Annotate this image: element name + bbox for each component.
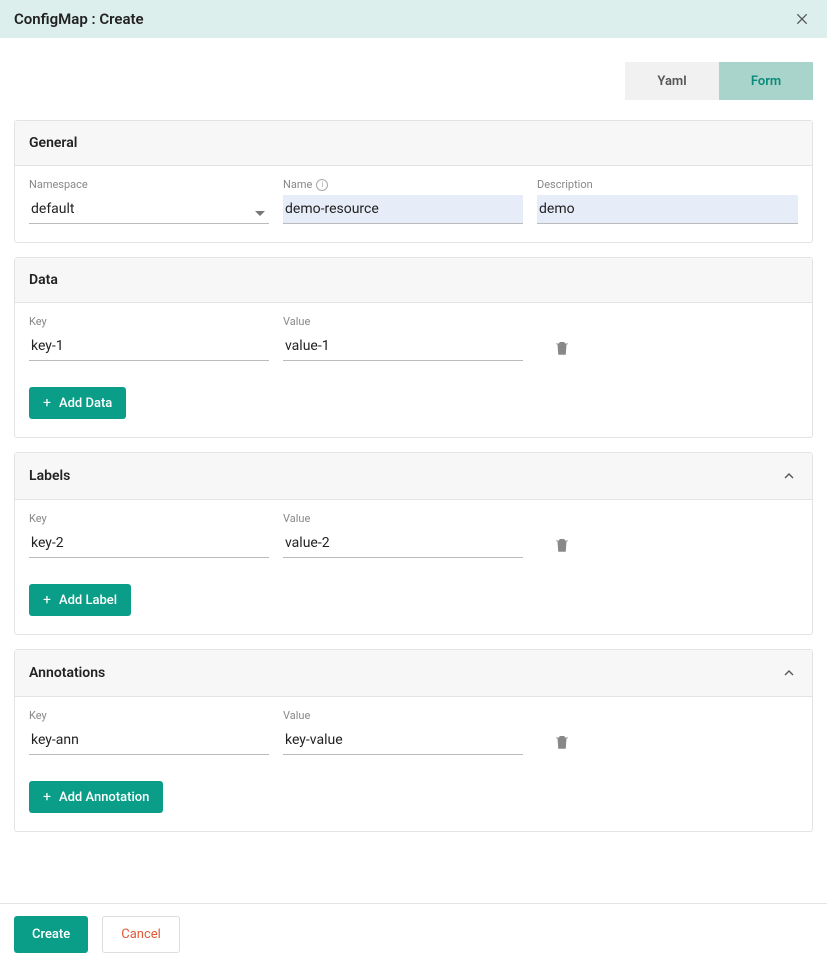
trash-icon[interactable]: [553, 339, 571, 357]
panel-labels: Labels Key Value + Add Label: [14, 452, 813, 635]
tab-form[interactable]: Form: [719, 62, 813, 100]
data-key-input[interactable]: [29, 332, 269, 361]
labels-key-input[interactable]: [29, 529, 269, 558]
name-input[interactable]: [283, 195, 523, 224]
data-row: Key Value: [29, 315, 798, 361]
panel-general-header: General: [15, 121, 812, 166]
panel-annotations: Annotations Key Value + Add Annotation: [14, 649, 813, 832]
add-data-label: Add Data: [59, 396, 112, 411]
namespace-select[interactable]: [29, 195, 269, 224]
labels-row: Key Value: [29, 512, 798, 558]
description-label: Description: [537, 178, 798, 191]
dialog-header: ConfigMap : Create: [0, 0, 827, 38]
annotations-value-input[interactable]: [283, 726, 523, 755]
namespace-label: Namespace: [29, 178, 269, 191]
labels-value-label: Value: [283, 512, 523, 525]
description-input[interactable]: [537, 195, 798, 224]
add-label-button[interactable]: + Add Label: [29, 584, 131, 616]
chevron-down-icon: [255, 211, 265, 216]
add-label-label: Add Label: [59, 593, 117, 608]
trash-icon[interactable]: [553, 536, 571, 554]
plus-icon: +: [43, 592, 51, 608]
add-data-button[interactable]: + Add Data: [29, 387, 126, 419]
chevron-up-icon: [781, 665, 797, 681]
collapse-labels-button[interactable]: [780, 467, 798, 485]
collapse-annotations-button[interactable]: [780, 664, 798, 682]
add-annotation-button[interactable]: + Add Annotation: [29, 781, 163, 813]
trash-icon[interactable]: [553, 733, 571, 751]
panel-data-header: Data: [15, 258, 812, 303]
panel-general-title: General: [29, 135, 77, 151]
add-annotation-label: Add Annotation: [59, 790, 149, 805]
close-icon: [794, 11, 810, 27]
data-key-label: Key: [29, 315, 269, 328]
panel-annotations-title: Annotations: [29, 665, 105, 681]
name-label-text: Name: [283, 178, 312, 191]
cancel-button[interactable]: Cancel: [102, 916, 180, 953]
tab-yaml[interactable]: Yaml: [625, 62, 719, 100]
panel-general: General Namespace Name i Description: [14, 120, 813, 243]
annotations-value-label: Value: [283, 709, 523, 722]
view-tabs: Yaml Form: [14, 62, 813, 100]
create-button[interactable]: Create: [14, 916, 88, 953]
panel-data-title: Data: [29, 272, 58, 288]
name-field: Name i: [283, 178, 523, 224]
plus-icon: +: [43, 395, 51, 411]
close-button[interactable]: [791, 8, 813, 30]
plus-icon: +: [43, 789, 51, 805]
chevron-up-icon: [781, 468, 797, 484]
panel-annotations-header: Annotations: [15, 650, 812, 697]
panel-labels-header: Labels: [15, 453, 812, 500]
labels-key-label: Key: [29, 512, 269, 525]
info-icon[interactable]: i: [316, 179, 328, 191]
description-field: Description: [537, 178, 798, 224]
labels-value-input[interactable]: [283, 529, 523, 558]
data-value-input[interactable]: [283, 332, 523, 361]
name-label: Name i: [283, 178, 523, 191]
panel-labels-title: Labels: [29, 468, 70, 484]
annotations-row: Key Value: [29, 709, 798, 755]
panel-data: Data Key Value + Add Data: [14, 257, 813, 438]
dialog-title: ConfigMap : Create: [14, 10, 144, 28]
annotations-key-input[interactable]: [29, 726, 269, 755]
namespace-field: Namespace: [29, 178, 269, 224]
dialog-footer: Create Cancel: [0, 903, 827, 965]
annotations-key-label: Key: [29, 709, 269, 722]
data-value-label: Value: [283, 315, 523, 328]
